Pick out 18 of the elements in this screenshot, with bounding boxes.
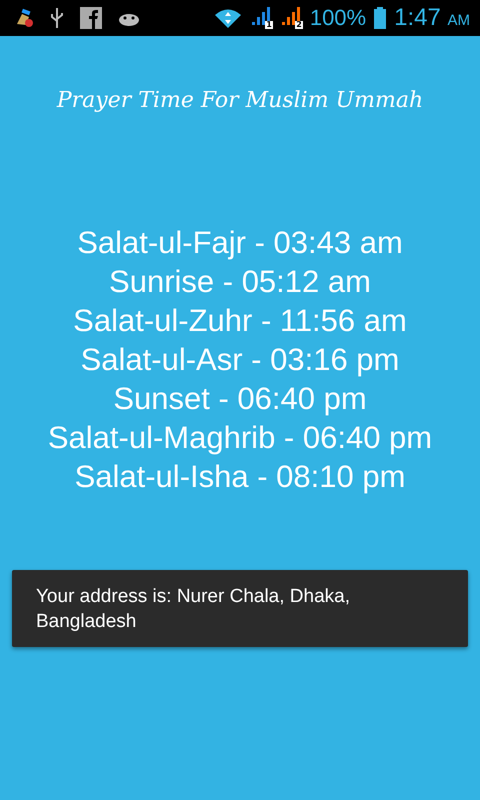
prayer-time: Salat-ul-Zuhr - 11:56 am: [73, 302, 407, 340]
battery-icon: [374, 7, 386, 29]
broom-icon: [14, 8, 34, 28]
prayer-time: Salat-ul-Fajr - 03:43 am: [77, 224, 403, 262]
prayer-time: Salat-ul-Asr - 03:16 pm: [80, 341, 400, 379]
prayer-time: Salat-ul-Isha - 08:10 pm: [74, 458, 406, 496]
sim-label: 2: [295, 21, 303, 29]
usb-icon: [50, 7, 64, 29]
prayer-time: Salat-ul-Maghrib - 06:40 pm: [48, 419, 432, 457]
address-toast: Your address is: Nurer Chala, Dhaka, Bangladesh: [12, 570, 468, 647]
wifi-icon: [214, 7, 242, 29]
prayer-time: Sunset - 06:40 pm: [113, 380, 367, 418]
app-title: Prayer Time For Muslim Ummah: [56, 88, 424, 113]
battery-percent: 100%: [310, 5, 366, 31]
sim-label: 1: [265, 21, 273, 29]
prayer-time: Sunrise - 05:12 am: [109, 263, 371, 301]
clock-time: 1:47 AM: [394, 4, 470, 32]
facebook-icon: [80, 7, 102, 29]
